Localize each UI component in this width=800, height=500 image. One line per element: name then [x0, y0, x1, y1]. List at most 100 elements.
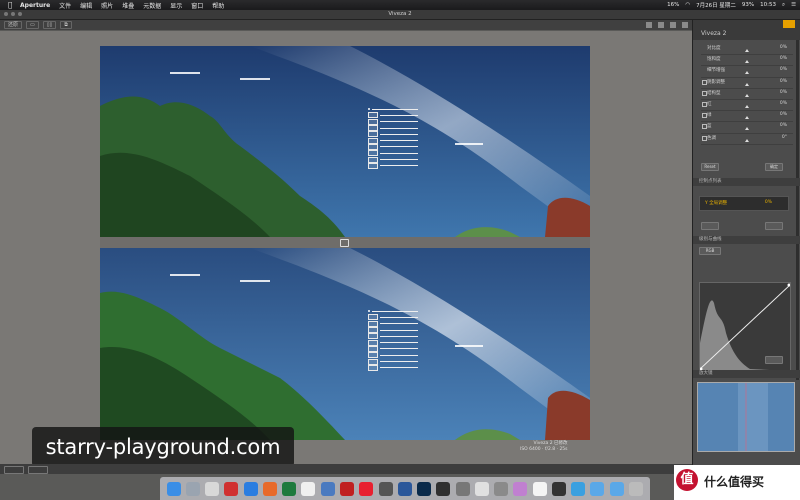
cpu-status[interactable]: 16% — [667, 2, 679, 8]
image-capture-icon[interactable] — [494, 481, 509, 496]
slider-hue[interactable]: 色调 0° — [701, 134, 793, 145]
word-icon[interactable] — [397, 481, 412, 496]
add-point-button[interactable] — [701, 222, 719, 230]
menu-stack[interactable]: 堆叠 — [122, 1, 134, 10]
channel-select[interactable]: RGB — [699, 247, 721, 255]
slider-thumb-icon[interactable] — [745, 138, 749, 142]
cancel-button[interactable] — [4, 466, 24, 474]
settings-icon[interactable] — [682, 22, 688, 28]
delete-point-button[interactable] — [765, 222, 783, 230]
preferences-icon[interactable] — [455, 481, 470, 496]
appstore-icon[interactable] — [378, 481, 393, 496]
control-point-group-top[interactable] — [368, 106, 418, 169]
battery-label[interactable]: 93% — [742, 2, 754, 8]
section-levels-curves[interactable]: 级别与曲线 — [693, 236, 800, 244]
zoom-tool-icon[interactable] — [658, 22, 664, 28]
menu-app[interactable]: Aperture — [20, 2, 50, 9]
excel-icon[interactable] — [282, 481, 297, 496]
preview-before[interactable] — [100, 46, 590, 237]
control-point-list-item[interactable]: Y 全局调整 0% — [699, 196, 789, 211]
minimize-window-button[interactable] — [11, 12, 15, 16]
menu-help[interactable]: 帮助 — [212, 1, 224, 10]
slider-thumb-icon[interactable] — [745, 127, 749, 131]
search-icon[interactable]: ⌕ — [782, 2, 785, 9]
photoshop-icon[interactable] — [417, 481, 432, 496]
view-single-button[interactable]: ▭ — [26, 21, 39, 29]
chrome-icon[interactable] — [474, 481, 489, 496]
slider-thumb-icon[interactable] — [745, 104, 749, 108]
split-divider[interactable] — [100, 237, 590, 248]
wifi-icon[interactable]: ◠ — [685, 2, 690, 8]
reset-button[interactable]: Reset — [701, 163, 719, 171]
slider-blue[interactable]: 蓝 0% — [701, 122, 793, 134]
slider-contrast[interactable]: 对比度 0% — [701, 44, 793, 56]
ok-button[interactable]: 确定 — [765, 163, 783, 171]
finder-icon[interactable] — [166, 481, 181, 496]
slider-thumb-icon[interactable] — [745, 49, 749, 52]
safari-icon[interactable] — [185, 481, 200, 496]
hand-tool-icon[interactable] — [646, 22, 652, 28]
view-split-button[interactable]: ▯▯ — [42, 21, 57, 29]
split-handle-icon[interactable] — [340, 239, 349, 247]
close-window-button[interactable] — [4, 12, 8, 16]
revert-button[interactable]: 还原 — [4, 21, 23, 29]
notes-icon[interactable] — [320, 481, 335, 496]
menu-view[interactable]: 显示 — [170, 1, 182, 10]
menu-file[interactable]: 文件 — [59, 1, 71, 10]
messages-icon[interactable] — [340, 481, 355, 496]
view-compare-button[interactable]: ⧉ — [60, 21, 72, 29]
slider-shadows[interactable]: 阴影调整 0% — [701, 78, 793, 89]
cp-row[interactable] — [368, 364, 418, 371]
section-control-points[interactable]: 控制点列表 — [693, 178, 800, 186]
zoom-window-button[interactable] — [18, 12, 22, 16]
compass-icon[interactable] — [571, 481, 586, 496]
slider-red[interactable]: 红 0% — [701, 100, 793, 112]
control-point-marker[interactable] — [455, 143, 483, 145]
controlpoint-tool-icon[interactable] — [670, 22, 676, 28]
slider-label: 饱和度 — [707, 57, 721, 63]
slider-saturation[interactable]: 饱和度 0% — [701, 55, 793, 67]
menu-list-icon[interactable]: ☰ — [791, 2, 796, 8]
slider-thumb-icon[interactable] — [745, 93, 749, 97]
menu-photo[interactable]: 照片 — [101, 1, 113, 10]
slider-detail[interactable]: 细节增强 0% — [701, 66, 793, 78]
control-point-marker[interactable] — [240, 78, 270, 80]
folder-icon[interactable] — [590, 481, 605, 496]
slider-thumb-icon[interactable] — [745, 71, 749, 75]
preview-after[interactable] — [100, 248, 590, 440]
slider-structure[interactable]: 结构型 0% — [701, 89, 793, 100]
clock-label[interactable]: 10:53 — [760, 2, 776, 8]
maps-icon[interactable] — [243, 481, 258, 496]
section-loupe[interactable]: 放大镜 — [693, 370, 800, 378]
menu-window[interactable]: 窗口 — [191, 1, 203, 10]
control-point-marker[interactable] — [455, 345, 483, 347]
terminal-icon[interactable] — [551, 481, 566, 496]
slider-thumb-icon[interactable] — [745, 60, 749, 64]
launchpad-icon[interactable] — [205, 481, 220, 496]
preview-icon[interactable] — [532, 481, 547, 496]
slider-thumb-icon[interactable] — [745, 82, 749, 86]
photos-icon[interactable] — [262, 481, 277, 496]
control-point-marker[interactable] — [170, 274, 200, 276]
apple-menu-icon[interactable]:  — [8, 1, 14, 9]
downloads-folder-icon[interactable] — [609, 481, 624, 496]
trash-icon[interactable] — [629, 481, 643, 496]
curves-reset-button[interactable] — [765, 356, 783, 364]
slider-green[interactable]: 绿 0% — [701, 111, 793, 123]
save-button[interactable] — [28, 466, 48, 474]
control-point-marker[interactable] — [240, 280, 270, 282]
calendar-icon[interactable] — [301, 481, 316, 496]
control-point-group-bottom[interactable] — [368, 308, 418, 371]
menu-edit[interactable]: 编辑 — [80, 1, 92, 10]
music-icon[interactable] — [359, 481, 374, 496]
aperture-icon[interactable] — [436, 481, 451, 496]
adjustment-sliders: 对比度 0% 饱和度 0% 细节增强 0% 阴影调整 0% 结构型 0% 红 0% 绿 0% … — [693, 44, 800, 145]
menu-metadata[interactable]: 元数据 — [143, 1, 161, 10]
control-point-marker[interactable] — [170, 72, 200, 74]
date-label[interactable]: 7月26日 星期二 — [696, 1, 736, 9]
itunes-icon[interactable] — [513, 481, 528, 496]
mail-icon[interactable] — [224, 481, 239, 496]
slider-thumb-icon[interactable] — [745, 116, 749, 120]
loupe-preview[interactable] — [697, 382, 795, 452]
cp-row[interactable] — [368, 162, 418, 169]
